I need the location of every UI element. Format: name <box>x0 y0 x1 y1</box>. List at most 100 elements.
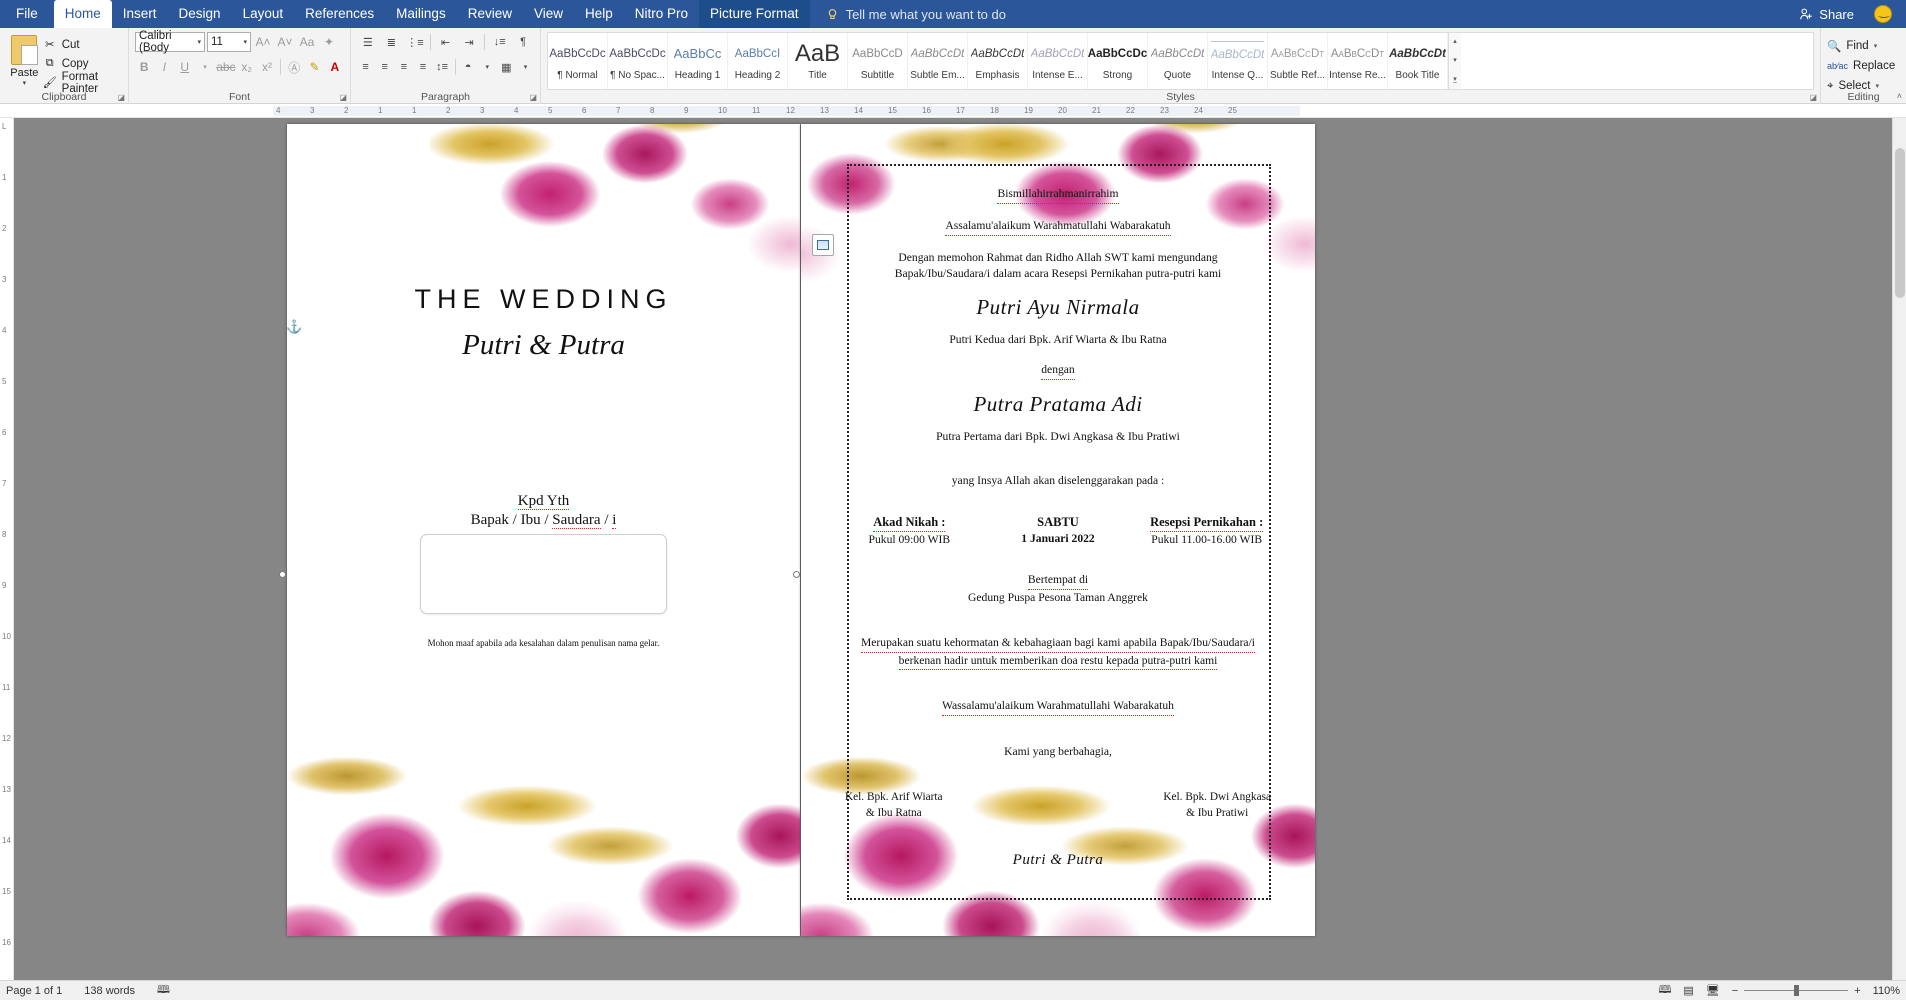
document-page-right[interactable]: Bismillahirrahmanirrahim Assalamu'alaiku… <box>801 124 1315 936</box>
shrink-font-button[interactable]: A˅ <box>275 32 295 52</box>
recipient-name-box[interactable] <box>420 534 667 614</box>
multilevel-list-button[interactable]: ⋮≡ <box>404 32 426 52</box>
text-highlight-button[interactable]: ✎ <box>305 57 323 77</box>
font-dialog-launcher[interactable]: ◪ <box>339 93 347 102</box>
increase-indent-button[interactable]: ⇥ <box>458 32 480 52</box>
resize-handle-left[interactable] <box>279 571 286 578</box>
style-heading-1[interactable]: AaBbCc Heading 1 <box>668 33 728 89</box>
replace-button[interactable]: ab⁄ac Replace <box>1827 56 1900 76</box>
word-count[interactable]: 138 words <box>84 985 135 997</box>
tab-help[interactable]: Help <box>574 0 624 28</box>
select-dropdown-icon[interactable]: ▾ <box>1875 82 1879 90</box>
tab-home[interactable]: Home <box>53 0 112 28</box>
tab-file[interactable]: File <box>0 0 54 28</box>
align-right-button[interactable]: ≡ <box>395 57 412 77</box>
style-subtle-emphasis[interactable]: AaBbCcDt Subtle Em... <box>908 33 968 89</box>
layout-options-button[interactable] <box>812 234 834 256</box>
zoom-out-button[interactable]: − <box>1732 985 1738 997</box>
bold-button[interactable]: B <box>135 57 153 77</box>
read-mode-icon[interactable]: 🕮 <box>1658 981 1671 1000</box>
scrollbar-thumb[interactable] <box>1895 148 1905 298</box>
borders-button[interactable]: ▦ <box>498 57 515 77</box>
show-formatting-marks-button[interactable]: ¶ <box>512 32 534 52</box>
style-subtitle[interactable]: AaBbCcD Subtitle <box>848 33 908 89</box>
style-normal[interactable]: AaBbCcDc ¶ Normal <box>548 33 608 89</box>
superscript-button[interactable]: x² <box>258 57 276 77</box>
styles-gallery[interactable]: AaBbCcDc ¶ Normal AaBbCcDc ¶ No Spac... … <box>547 32 1814 90</box>
style-title[interactable]: AaB Title <box>788 33 848 89</box>
page-count[interactable]: Page 1 of 1 <box>6 985 62 997</box>
strikethrough-button[interactable]: abc <box>216 57 235 77</box>
shading-button[interactable]: ◓ <box>459 57 476 77</box>
collapse-ribbon-button[interactable]: ˄ <box>1897 91 1902 101</box>
zoom-thumb[interactable] <box>1794 985 1800 996</box>
tab-insert[interactable]: Insert <box>112 0 168 28</box>
align-left-button[interactable]: ≡ <box>357 57 374 77</box>
horizontal-ruler[interactable]: 4 3 2 1 1 2 3 4 5 6 7 8 9 10 11 12 13 14 15 16 17 18 19 20 21 22 2… <box>0 104 1906 118</box>
zoom-slider[interactable]: − + <box>1732 985 1861 997</box>
print-layout-icon[interactable]: ▤ <box>1683 984 1693 997</box>
vertical-scrollbar[interactable] <box>1892 118 1906 980</box>
style-subtle-reference[interactable]: AaBbCcDt Subtle Ref... <box>1268 33 1328 89</box>
style-book-title[interactable]: AaBbCcDt Book Title <box>1388 33 1448 89</box>
style-intense-emphasis[interactable]: AaBbCcDt Intense E... <box>1028 33 1088 89</box>
shading-dropdown-icon[interactable]: ▾ <box>479 57 496 77</box>
borders-dropdown-icon[interactable]: ▾ <box>517 57 534 77</box>
font-color-button[interactable]: A <box>326 57 344 77</box>
clear-formatting-button[interactable]: ✦ <box>319 32 339 52</box>
tab-view[interactable]: View <box>523 0 574 28</box>
underline-dropdown-icon[interactable]: ▾ <box>196 57 214 77</box>
zoom-level[interactable]: 110% <box>1873 985 1900 997</box>
style-emphasis[interactable]: AaBbCcDt Emphasis <box>968 33 1028 89</box>
zoom-track[interactable] <box>1744 985 1849 996</box>
style-intense-quote[interactable]: AaBbCcDt Intense Q... <box>1208 33 1268 89</box>
style-no-spacing[interactable]: AaBbCcDc ¶ No Spac... <box>608 33 668 89</box>
find-dropdown-icon[interactable]: ▾ <box>1874 42 1878 50</box>
tab-layout[interactable]: Layout <box>232 0 295 28</box>
tab-mailings[interactable]: Mailings <box>385 0 457 28</box>
style-quote[interactable]: AaBbCcDt Quote <box>1148 33 1208 89</box>
format-painter-button[interactable]: 🖌 Format Painter <box>43 71 122 95</box>
scroll-up-icon[interactable]: ▴ <box>1449 33 1461 51</box>
find-button[interactable]: 🔍 Find ▾ <box>1827 36 1900 56</box>
bullets-button[interactable]: ☰ <box>357 32 379 52</box>
text-effects-button[interactable]: Ⓐ <box>285 57 303 77</box>
proofing-errors-icon[interactable]: 🕮 <box>157 981 170 1000</box>
cut-button[interactable]: ✂ Cut <box>43 35 122 54</box>
justify-button[interactable]: ≡ <box>414 57 431 77</box>
paste-dropdown-caret-icon[interactable]: ▾ <box>6 79 43 87</box>
style-heading-2[interactable]: AaBbCcI Heading 2 <box>728 33 788 89</box>
style-intense-reference[interactable]: AaBbCcDt Intense Re... <box>1328 33 1388 89</box>
subscript-button[interactable]: x₂ <box>238 57 256 77</box>
grow-font-button[interactable]: A˄ <box>253 32 273 52</box>
italic-button[interactable]: I <box>155 57 173 77</box>
underline-button[interactable]: U <box>176 57 194 77</box>
tab-design[interactable]: Design <box>168 0 232 28</box>
tab-review[interactable]: Review <box>457 0 523 28</box>
document-page-left[interactable]: THE WEDDING Putri & Putra Kpd Yth Bapak … <box>287 124 800 936</box>
decrease-indent-button[interactable]: ⇤ <box>435 32 457 52</box>
feedback-smiley-icon[interactable] <box>1874 4 1892 23</box>
sort-button[interactable]: ↓≡ <box>489 32 511 52</box>
align-center-button[interactable]: ≡ <box>376 57 393 77</box>
resize-handle-right[interactable] <box>793 571 800 578</box>
tell-me-box[interactable]: Tell me what you want to do <box>826 0 1006 28</box>
clipboard-dialog-launcher[interactable]: ◪ <box>117 93 125 102</box>
tab-references[interactable]: References <box>294 0 385 28</box>
zoom-in-button[interactable]: + <box>1854 985 1860 997</box>
style-strong[interactable]: AaBbCcDc Strong <box>1088 33 1148 89</box>
styles-gallery-scroll[interactable]: ▴ ▾ ▾̲ <box>1448 33 1461 89</box>
numbering-button[interactable]: ≣ <box>381 32 403 52</box>
font-size-combo[interactable]: 11 ▾ <box>207 32 251 52</box>
web-layout-icon[interactable]: 🖥 <box>1706 984 1720 997</box>
paragraph-dialog-launcher[interactable]: ◪ <box>529 93 537 102</box>
font-name-combo[interactable]: Calibri (Body ▾ <box>135 30 205 54</box>
styles-more-icon[interactable]: ▾̲ <box>1449 71 1461 89</box>
styles-dialog-launcher[interactable]: ◪ <box>1809 93 1817 102</box>
vertical-ruler[interactable]: L 1 2 3 4 5 6 7 8 9 10 11 12 13 14 15 16 <box>0 118 14 980</box>
tab-picture-format[interactable]: Picture Format <box>699 0 810 28</box>
tab-nitro-pro[interactable]: Nitro Pro <box>624 0 699 28</box>
change-case-button[interactable]: Aa <box>297 32 317 52</box>
share-button[interactable]: Share <box>1799 0 1854 28</box>
line-spacing-button[interactable]: ↕≡ <box>434 57 451 77</box>
